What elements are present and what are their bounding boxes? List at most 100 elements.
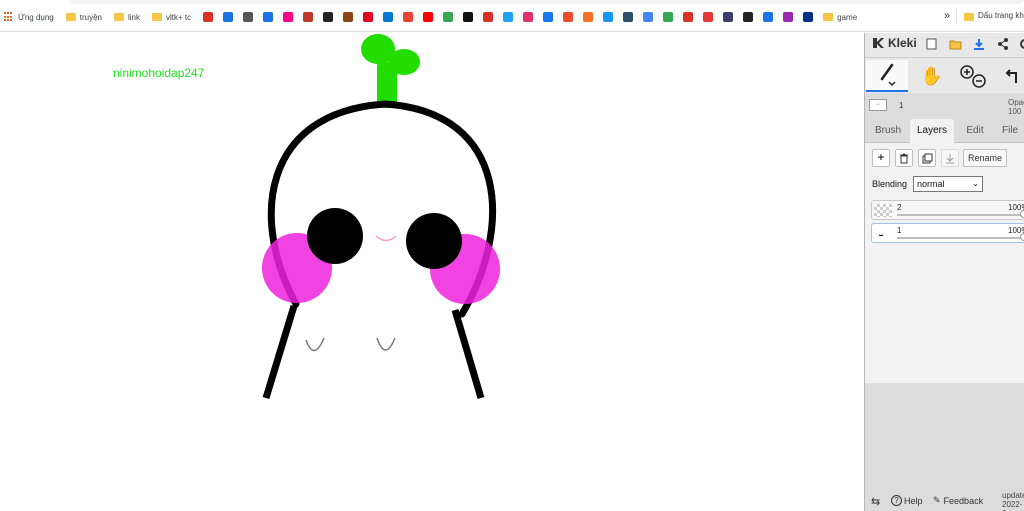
instagram-icon	[523, 12, 534, 22]
kleki-logo[interactable]: Kleki	[871, 36, 917, 50]
new-file-icon[interactable]	[924, 37, 938, 51]
help-link[interactable]: ? Help	[891, 495, 923, 506]
brush-tool-button[interactable]	[866, 60, 908, 92]
outlook-icon	[383, 12, 394, 22]
bookmark-site[interactable]	[243, 8, 254, 26]
update-date: 2022-0	[1002, 500, 1023, 511]
bookmark-site[interactable]	[623, 8, 634, 26]
brush-settings-row: − 1 Opac 100	[865, 95, 1024, 119]
bookmark-site[interactable]	[643, 8, 654, 26]
bookmark-site[interactable]	[363, 8, 374, 26]
bookmark-site[interactable]	[463, 8, 474, 26]
canvas-drawing[interactable]: ninimohoidap247	[0, 33, 864, 511]
bookmark-site[interactable]	[603, 8, 614, 26]
undo-icon	[1005, 69, 1017, 83]
bookmark-site[interactable]	[723, 8, 734, 26]
bookmark-site[interactable]	[343, 8, 354, 26]
blending-select[interactable]: normal ⌄	[913, 176, 983, 192]
bookmark-site[interactable]	[543, 8, 554, 26]
add-layer-button[interactable]: +	[872, 149, 890, 167]
swap-panel-button[interactable]: ⇆	[871, 495, 880, 508]
merge-layer-button[interactable]	[941, 149, 959, 167]
bookmark-site[interactable]	[583, 8, 594, 26]
left-eye	[307, 208, 363, 264]
feedback-link[interactable]: ✎ Feedback	[933, 495, 983, 506]
game-character-icon	[303, 12, 314, 22]
bookmark-site[interactable]	[203, 8, 214, 26]
bookmark-site[interactable]	[663, 8, 674, 26]
layer-thumbnail	[874, 204, 892, 217]
youtube-icon	[423, 12, 434, 22]
folder-icon	[65, 13, 76, 21]
opacity-display[interactable]: Opac 100	[1008, 98, 1024, 116]
rename-layer-button[interactable]: Rename	[963, 149, 1007, 167]
drawing-canvas[interactable]: ninimohoidap247	[0, 33, 864, 511]
bookmark-folder[interactable]: game	[823, 8, 857, 26]
layer-opacity-handle[interactable]	[1020, 233, 1024, 241]
bookmark-site[interactable]	[523, 8, 534, 26]
bookmark-site[interactable]	[423, 8, 434, 26]
bookmark-site[interactable]	[743, 8, 754, 26]
bookmark-folder[interactable]: truyện	[65, 8, 102, 26]
update-info[interactable]: update 2022-0	[1002, 491, 1024, 511]
flag-icon	[683, 12, 694, 22]
bookmark-site[interactable]	[303, 8, 314, 26]
bookmark-site[interactable]	[803, 8, 814, 26]
shop-icon	[563, 12, 574, 22]
panel-tabs: Brush Layers Edit File	[865, 119, 1024, 143]
apps-bookmark[interactable]: Ứng dụng	[4, 8, 54, 26]
flickr-icon	[283, 12, 294, 22]
bookmark-site[interactable]	[443, 8, 454, 26]
plus-icon: +	[877, 152, 885, 164]
bookmark-site[interactable]	[323, 8, 334, 26]
bookmark-folder[interactable]: vltk+ tc	[152, 8, 191, 26]
duplicate-layer-button[interactable]	[918, 149, 936, 167]
tab-brush[interactable]: Brush	[869, 119, 907, 143]
share-icon[interactable]	[996, 37, 1010, 51]
bookmark-site[interactable]	[283, 8, 294, 26]
bookmark-site[interactable]	[683, 8, 694, 26]
bookmark-site[interactable]	[383, 8, 394, 26]
download-icon[interactable]	[972, 37, 986, 51]
right-eye	[406, 213, 462, 269]
brush-size-button[interactable]: −	[869, 99, 887, 111]
undo-button[interactable]	[999, 60, 1024, 92]
other-bookmarks-folder[interactable]: Dấu trang kh	[978, 11, 1024, 20]
apps-grid-icon	[4, 12, 14, 22]
facebook-icon	[543, 12, 554, 22]
layer-thumbnail	[874, 227, 892, 240]
layer-opacity-slider[interactable]	[897, 237, 1024, 239]
tab-layers[interactable]: Layers	[910, 119, 954, 143]
zoom-tool-button[interactable]	[955, 60, 991, 92]
open-folder-icon[interactable]	[948, 37, 962, 51]
bookmark-site[interactable]	[503, 8, 514, 26]
folder-icon	[823, 13, 834, 21]
user-icon	[263, 12, 274, 22]
bookmark-site[interactable]	[403, 8, 414, 26]
bookmark-site[interactable]	[703, 8, 714, 26]
bookmark-folder[interactable]: link	[113, 8, 140, 26]
tool-bar: ✋	[865, 57, 1024, 93]
layer-item[interactable]: 2 100%	[871, 200, 1024, 220]
layer-opacity-slider[interactable]	[897, 214, 1024, 216]
hand-tool-button[interactable]: ✋	[911, 60, 953, 92]
opacity-label: Opac	[1008, 98, 1024, 107]
feedback-label: Feedback	[943, 495, 984, 506]
tab-edit[interactable]: Edit	[957, 119, 993, 143]
delete-layer-button[interactable]	[895, 149, 913, 167]
bookmark-site[interactable]	[763, 8, 774, 26]
settings-icon[interactable]	[1018, 37, 1024, 51]
kleki-panel: Kleki ✋ − 1 Opa 100 Brush Layers Edit Fi…	[864, 33, 1024, 511]
bookmark-site[interactable]	[783, 8, 794, 26]
bookmark-site[interactable]	[223, 8, 234, 26]
diamond-icon	[343, 12, 354, 22]
layer-opacity-handle[interactable]	[1020, 210, 1024, 218]
bookmark-site[interactable]	[563, 8, 574, 26]
tab-file[interactable]: File	[1002, 119, 1024, 143]
canvas-text: ninimohoidap247	[113, 66, 205, 80]
bookmark-site[interactable]	[483, 8, 494, 26]
folder-icon	[152, 13, 162, 21]
more-bookmarks-button[interactable]: »	[944, 10, 950, 22]
layer-item-selected[interactable]: 1 100%	[871, 223, 1024, 243]
bookmark-site[interactable]	[263, 8, 274, 26]
